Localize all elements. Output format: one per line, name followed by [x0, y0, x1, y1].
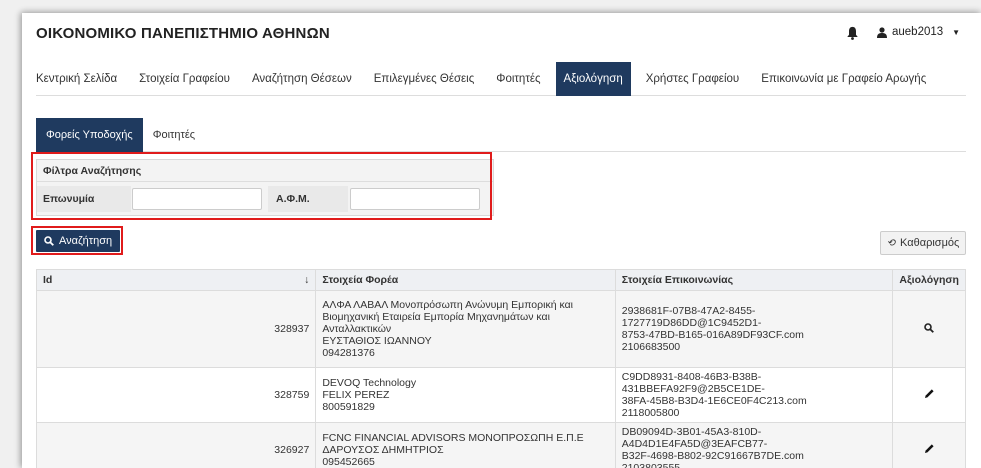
- column-header-contact: Στοιχεία Επικοινωνίας: [614, 269, 894, 291]
- cell-entity: ΑΛΦΑ ΛΑΒΑΛ Μονοπρόσωπη Ανώνυμη Εμπορική …: [315, 290, 616, 368]
- tab-host-entities[interactable]: Φορείς Υποδοχής: [36, 118, 143, 152]
- cell-contact: 2938681F-07B8-47A2-8455-1727719D86DD@1C9…: [614, 290, 894, 368]
- nav-item-students[interactable]: Φοιτητές: [485, 62, 551, 96]
- nav-item-office-info[interactable]: Στοιχεία Γραφείου: [128, 62, 241, 96]
- cell-action: [892, 422, 966, 468]
- results-table: Id ↓ Στοιχεία Φορέα Στοιχεία Επικοινωνία…: [35, 269, 966, 468]
- nav-item-home[interactable]: Κεντρική Σελίδα: [36, 62, 128, 96]
- page: ΟΙΚΟΝΟΜΙΚΟ ΠΑΝΕΠΙΣΤΗΜΙΟ ΑΘΗΝΩΝ aueb2013 …: [22, 13, 981, 468]
- search-highlight-box: [31, 226, 123, 255]
- brand-title[interactable]: ΟΙΚΟΝΟΜΙΚΟ ΠΑΝΕΠΙΣΤΗΜΙΟ ΑΘΗΝΩΝ: [36, 25, 330, 42]
- clear-button-label: Καθαρισμός: [900, 237, 960, 249]
- nav-item-evaluation[interactable]: Αξιολόγηση: [555, 62, 631, 96]
- cell-contact: C9DD8931-8408-46B3-B38B-431BBEFA92F9@2B5…: [614, 367, 894, 423]
- eraser-icon: ⟲: [886, 237, 896, 249]
- top-bar: ΟΙΚΟΝΟΜΙΚΟ ΠΑΝΕΠΙΣΤΗΜΙΟ ΑΘΗΝΩΝ aueb2013 …: [22, 13, 981, 53]
- pencil-icon[interactable]: [924, 388, 935, 399]
- table-row: 328759 DEVOQ Technology FELIX PEREZ 8005…: [35, 367, 966, 423]
- tab-students[interactable]: Φοιτητές: [143, 118, 205, 152]
- nav-item-selected-positions[interactable]: Επιλεγμένες Θέσεις: [363, 62, 486, 96]
- cell-entity: DEVOQ Technology FELIX PEREZ 800591829: [315, 367, 616, 423]
- cell-entity: FCNC FINANCIAL ADVISORS ΜΟΝΟΠΡΟΣΩΠΗ Ε.Π.…: [315, 422, 616, 468]
- cell-id: 326927: [35, 422, 317, 468]
- column-header-entity: Στοιχεία Φορέα: [315, 269, 616, 291]
- column-header-id[interactable]: Id ↓: [35, 269, 317, 291]
- nav-item-search-positions[interactable]: Αναζήτηση Θέσεων: [241, 62, 363, 96]
- table-header-row: Id ↓ Στοιχεία Φορέα Στοιχεία Επικοινωνία…: [35, 269, 966, 291]
- nav-item-helpdesk-contact[interactable]: Επικοινωνία με Γραφείο Αρωγής: [750, 62, 937, 96]
- sub-tabs: Φορείς Υποδοχής Φοιτητές: [36, 118, 966, 152]
- username: aueb2013: [892, 26, 944, 38]
- cell-contact: DB09094D-3B01-45A3-810D-A4D4D1E4FA5D@3EA…: [614, 422, 894, 468]
- nav-item-office-users[interactable]: Χρήστες Γραφείου: [635, 62, 750, 96]
- table-row: 328937 ΑΛΦΑ ΛΑΒΑΛ Μονοπρόσωπη Ανώνυμη Εμ…: [35, 290, 966, 368]
- filters-highlight-box: [31, 152, 492, 220]
- cell-id: 328759: [35, 367, 317, 423]
- sort-down-icon[interactable]: ↓: [304, 274, 309, 286]
- cell-action: [892, 367, 966, 423]
- pencil-icon[interactable]: [924, 443, 935, 454]
- cell-id: 328937: [35, 290, 317, 368]
- column-header-rating: Αξιολόγηση: [892, 269, 966, 291]
- clear-button[interactable]: ⟲ Καθαρισμός: [880, 231, 966, 255]
- table-row: 326927 FCNC FINANCIAL ADVISORS ΜΟΝΟΠΡΟΣΩ…: [35, 422, 966, 468]
- user-menu[interactable]: aueb2013 ▼: [877, 26, 960, 38]
- search-icon[interactable]: [924, 322, 935, 333]
- main-nav: Κεντρική Σελίδα Στοιχεία Γραφείου Αναζήτ…: [36, 62, 966, 96]
- user-icon: [877, 26, 887, 38]
- cell-action: [892, 290, 966, 368]
- bell-icon[interactable]: [846, 26, 859, 40]
- caret-down-icon: ▼: [952, 27, 961, 37]
